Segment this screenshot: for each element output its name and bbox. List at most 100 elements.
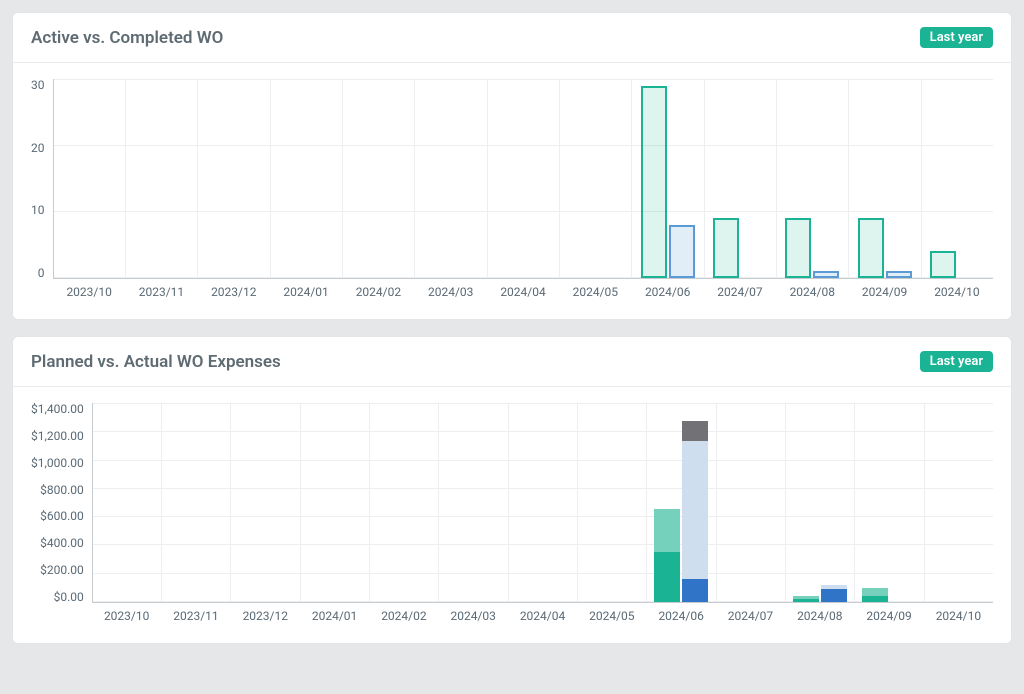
- x-tick: 2024/09: [848, 285, 920, 299]
- y-tick: $800.00: [40, 484, 84, 496]
- x-tick: 2024/10: [921, 285, 993, 299]
- bar: [858, 218, 884, 278]
- category: [93, 403, 162, 602]
- category: [198, 79, 270, 278]
- y-axis: $1,400.00 $1,200.00 $1,000.00 $800.00 $600.0…: [31, 403, 92, 603]
- time-range-badge[interactable]: Last year: [920, 351, 993, 372]
- time-range-badge[interactable]: Last year: [920, 27, 993, 48]
- y-tick: 0: [38, 267, 45, 279]
- bar-segment: [862, 588, 888, 597]
- x-axis: 2023/102023/112023/122024/012024/022024/…: [92, 609, 993, 623]
- category: [704, 79, 776, 278]
- x-tick: 2023/10: [92, 609, 161, 623]
- category: [716, 403, 785, 602]
- x-tick: 2024/04: [487, 285, 559, 299]
- x-axis: 2023/102023/112023/122024/012024/022024/…: [53, 285, 993, 299]
- bar: [641, 86, 667, 278]
- y-tick: 10: [31, 204, 45, 216]
- x-tick: 2024/06: [632, 285, 704, 299]
- x-tick: 2024/05: [559, 285, 631, 299]
- bar-segment: [654, 509, 680, 552]
- bar: [930, 251, 956, 278]
- x-tick: 2023/11: [125, 285, 197, 299]
- bar-segment: [682, 579, 708, 602]
- bar: [862, 588, 888, 602]
- x-tick: 2024/01: [270, 285, 342, 299]
- y-tick: 30: [31, 79, 45, 91]
- bar-segment: [862, 596, 888, 602]
- chart-header: Active vs. Completed WO Last year: [13, 13, 1011, 63]
- category: [632, 79, 704, 278]
- bar: [886, 271, 912, 278]
- y-tick: $1,400.00: [31, 403, 84, 415]
- y-tick: $0.00: [54, 591, 84, 603]
- chart-card-active-completed: Active vs. Completed WO Last year 30 20 10…: [12, 12, 1012, 320]
- category: [559, 79, 631, 278]
- x-tick: 2024/03: [415, 285, 487, 299]
- bar: [682, 421, 708, 602]
- category: [577, 403, 646, 602]
- chart-body: 3020100 2023/102023/112023/122024/012024…: [13, 63, 1011, 319]
- category: [231, 403, 300, 602]
- x-tick: 2024/08: [785, 609, 854, 623]
- x-tick: 2024/06: [647, 609, 716, 623]
- bar-segment: [821, 589, 847, 602]
- category: [300, 403, 369, 602]
- y-tick: 20: [31, 142, 45, 154]
- x-tick: 2023/10: [53, 285, 125, 299]
- x-tick: 2024/02: [369, 609, 438, 623]
- category: [126, 79, 198, 278]
- x-tick: 2024/04: [508, 609, 577, 623]
- category: [848, 79, 920, 278]
- category: [487, 79, 559, 278]
- x-tick: 2024/08: [776, 285, 848, 299]
- bar-segment: [682, 421, 708, 441]
- chart-body: $1,400.00 $1,200.00 $1,000.00 $800.00 $600.0…: [13, 387, 1011, 643]
- category: [921, 79, 993, 278]
- y-tick: $600.00: [40, 510, 84, 522]
- x-tick: 2023/12: [198, 285, 270, 299]
- category: [924, 403, 993, 602]
- bar: [669, 225, 695, 278]
- x-tick: 2024/03: [439, 609, 508, 623]
- chart-header: Planned vs. Actual WO Expenses Last year: [13, 337, 1011, 387]
- bar: [713, 218, 739, 278]
- x-tick: 2024/07: [704, 285, 776, 299]
- category: [270, 79, 342, 278]
- y-tick: $1,200.00: [31, 430, 84, 442]
- x-tick: 2023/12: [231, 609, 300, 623]
- y-axis: 30 20 10 0: [31, 79, 53, 279]
- category: [776, 79, 848, 278]
- bar: [821, 585, 847, 602]
- x-tick: 2023/11: [161, 609, 230, 623]
- x-tick: 2024/09: [854, 609, 923, 623]
- category: [854, 403, 923, 602]
- chart-title: Active vs. Completed WO: [31, 28, 223, 48]
- y-tick: $400.00: [40, 537, 84, 549]
- category: [647, 403, 716, 602]
- x-tick: 2024/10: [924, 609, 993, 623]
- x-tick: 2024/05: [577, 609, 646, 623]
- category: [785, 403, 854, 602]
- chart-title: Planned vs. Actual WO Expenses: [31, 352, 281, 372]
- bar: [785, 218, 811, 278]
- category: [439, 403, 508, 602]
- plot-area: [53, 79, 994, 279]
- bar-segment: [682, 441, 708, 580]
- category: [370, 403, 439, 602]
- bar: [813, 271, 839, 278]
- bar-segment: [793, 599, 819, 602]
- category: [343, 79, 415, 278]
- y-tick: $200.00: [40, 564, 84, 576]
- chart-card-expenses: Planned vs. Actual WO Expenses Last year…: [12, 336, 1012, 644]
- category: [54, 79, 126, 278]
- y-tick: $1,000.00: [31, 457, 84, 469]
- bar: [654, 509, 680, 602]
- plot-area: [92, 403, 993, 603]
- x-tick: 2024/01: [300, 609, 369, 623]
- x-tick: 2024/02: [342, 285, 414, 299]
- category: [508, 403, 577, 602]
- category: [162, 403, 231, 602]
- bar-segment: [654, 552, 680, 602]
- x-tick: 2024/07: [716, 609, 785, 623]
